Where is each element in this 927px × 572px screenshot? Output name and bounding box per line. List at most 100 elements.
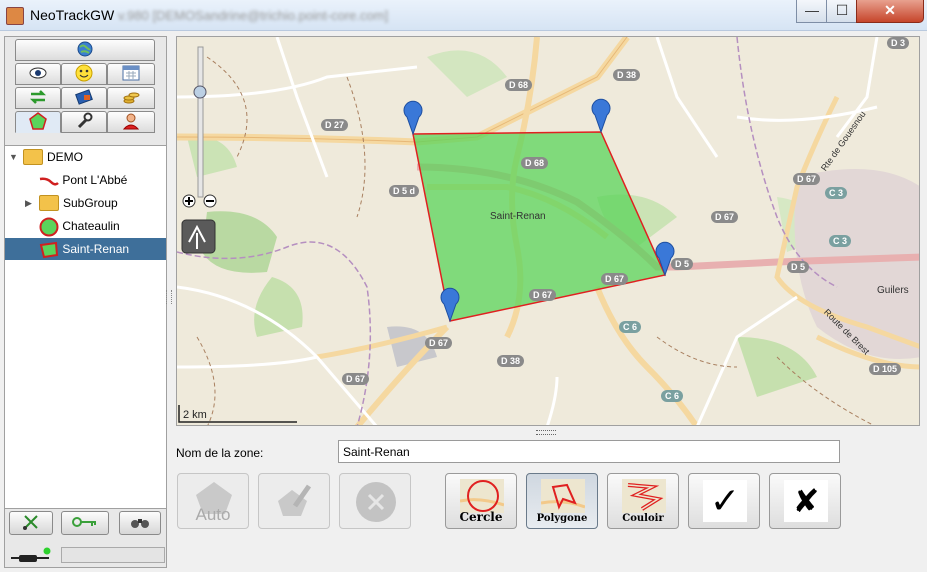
road-label: D 68 — [505, 79, 533, 91]
road-label: C 6 — [619, 321, 642, 333]
road-label: C 3 — [829, 235, 852, 247]
cross-icon: ✘ — [784, 480, 828, 522]
auto-zone-button[interactable]: Auto — [177, 473, 249, 529]
title-bar: NeoTrackGW v.980 [DEMOSandrine@trichio.p… — [0, 0, 927, 31]
road-label: D 105 — [869, 363, 902, 375]
corridor-map-icon — [622, 479, 666, 516]
coins-icon — [122, 89, 140, 108]
polygon-map-icon — [540, 479, 586, 516]
cancel-button[interactable]: ✘ — [769, 473, 841, 529]
circle-zone-icon — [39, 217, 59, 237]
progress-bar — [61, 547, 165, 563]
road-label: D 67 — [601, 273, 629, 285]
map-scale-label: 2 km — [183, 409, 207, 421]
tree-node-circle[interactable]: Chateaulin — [39, 215, 120, 237]
minimize-button[interactable]: — — [796, 0, 828, 23]
folder-icon — [39, 194, 59, 211]
checkmark-icon: ✓ — [703, 480, 747, 522]
road-label: D 67 — [425, 337, 453, 349]
left-panel: ▼ DEMO Pont L'Abbé ▶ SubGroup Chateaulin… — [4, 36, 167, 568]
tree-node-label: DEMO — [47, 150, 83, 164]
polygon-zone-tool-button[interactable]: Polygone — [526, 473, 598, 529]
tab-zones[interactable] — [15, 111, 61, 133]
connection-plug-icon — [9, 547, 53, 566]
tree-node-subgroup[interactable]: SubGroup — [39, 192, 118, 214]
calendar-icon — [122, 65, 140, 84]
window-title: NeoTrackGW — [30, 7, 115, 23]
smiley-icon — [75, 64, 93, 85]
auto-label: Auto — [195, 505, 231, 524]
tree-expand-subgroup-icon[interactable]: ▶ — [25, 198, 32, 209]
maximize-button[interactable]: ☐ — [826, 0, 858, 23]
circle-zone-tool-button[interactable]: Cercle — [445, 473, 517, 529]
binoculars-button[interactable] — [119, 511, 161, 535]
tree-node-root[interactable]: DEMO — [23, 146, 83, 168]
key-icon — [72, 516, 98, 531]
tab-card[interactable] — [61, 87, 107, 109]
card-icon — [75, 88, 93, 108]
zone-tree[interactable]: ▼ DEMO Pont L'Abbé ▶ SubGroup Chateaulin… — [5, 145, 166, 509]
wrench-icon — [75, 112, 93, 133]
road-label: D 5 d — [389, 185, 420, 197]
tree-node-label: SubGroup — [63, 196, 118, 210]
road-label: D 67 — [793, 173, 821, 185]
road-label: D 27 — [321, 119, 349, 131]
tree-node-label: Chateaulin — [62, 219, 120, 233]
map-view[interactable]: D 68 D 68 D 38 D 27 D 5 d D 67 D 67 D 67… — [176, 36, 920, 426]
zone-icon — [29, 111, 47, 133]
pencil-icon — [277, 482, 313, 521]
route-icon — [39, 173, 59, 187]
zone-name-input[interactable] — [338, 440, 840, 463]
tree-node-label: Pont L'Abbé — [62, 173, 128, 187]
close-button[interactable]: ✕ — [856, 0, 924, 23]
tab-map[interactable] — [15, 39, 155, 61]
zone-name-label: Nom de la zone: — [176, 446, 264, 460]
tab-transfer[interactable] — [15, 87, 61, 109]
place-label-saint-renan: Saint-Renan — [490, 211, 546, 222]
polygon-zone-icon — [39, 241, 59, 258]
validate-button[interactable]: ✓ — [688, 473, 760, 529]
tree-node-route[interactable]: Pont L'Abbé — [39, 169, 127, 191]
road-label: D 67 — [711, 211, 739, 223]
road-label: C 6 — [661, 390, 684, 402]
tree-node-polygon-selected[interactable]: Saint-Renan — [5, 238, 166, 260]
binoculars-icon — [130, 515, 150, 532]
tab-view[interactable] — [15, 63, 61, 85]
corridor-zone-tool-button[interactable]: Couloir — [607, 473, 679, 529]
user-icon — [122, 112, 140, 133]
delete-icon — [354, 480, 398, 527]
horizontal-splitter-handle[interactable] — [536, 430, 556, 435]
road-label: D 5 — [671, 258, 694, 270]
vertical-splitter-handle[interactable] — [166, 290, 172, 304]
eye-icon — [29, 67, 47, 82]
tab-settings[interactable] — [61, 111, 107, 133]
tab-smiley[interactable] — [61, 63, 107, 85]
tab-coins[interactable] — [107, 87, 155, 109]
polygon-tool-label: Polygone — [536, 513, 588, 524]
map-background — [177, 37, 919, 425]
scissors-icon — [22, 514, 40, 533]
road-label: D 5 — [787, 261, 810, 273]
tab-calendar[interactable] — [107, 63, 155, 85]
java-app-icon — [6, 7, 24, 25]
delete-zone-button[interactable] — [339, 473, 411, 529]
tab-users[interactable] — [107, 111, 155, 133]
tree-node-label: Saint-Renan — [62, 242, 130, 256]
cut-button[interactable] — [9, 511, 53, 535]
arrows-icon — [29, 89, 47, 108]
road-label: D 68 — [521, 157, 549, 169]
circle-tool-label: Cercle — [459, 510, 503, 524]
road-label: D 38 — [497, 355, 525, 367]
key-button[interactable] — [61, 511, 109, 535]
road-label: D 3 — [887, 37, 910, 49]
place-label-guilers: Guilers — [877, 285, 909, 296]
globe-icon — [77, 41, 93, 60]
edit-zone-button[interactable] — [258, 473, 330, 529]
road-label: C 3 — [825, 187, 848, 199]
road-label: D 38 — [613, 69, 641, 81]
tree-expand-root-icon[interactable]: ▼ — [9, 152, 18, 162]
corridor-tool-label: Couloir — [622, 513, 664, 524]
window-subtitle: v.980 [DEMOSandrine@trichio.point-core.c… — [118, 8, 389, 23]
road-label: D 67 — [342, 373, 370, 385]
folder-open-icon — [23, 148, 43, 165]
